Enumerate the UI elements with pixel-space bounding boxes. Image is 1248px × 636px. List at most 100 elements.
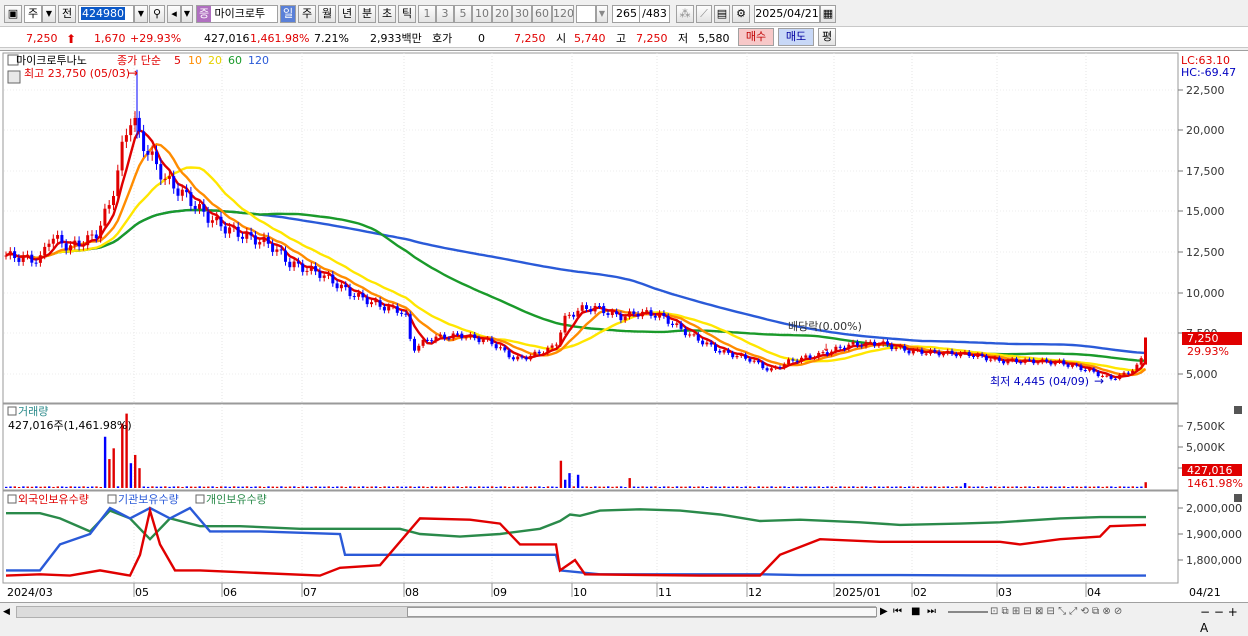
volume-close-icon[interactable] (1234, 406, 1242, 414)
scrollbar-thumb[interactable] (407, 607, 877, 617)
interval-dropdown-icon[interactable]: ▼ (596, 5, 608, 23)
candle-body (860, 345, 864, 347)
volume-bar (486, 486, 489, 488)
prev-button[interactable]: 전 (58, 5, 76, 23)
search-icon[interactable]: ⚲ (149, 5, 165, 23)
date-input[interactable]: 2025/04/21 (754, 5, 820, 23)
volume-bar (830, 486, 833, 488)
period-second-button[interactable]: 초 (378, 5, 396, 23)
period-tick-button[interactable]: 틱 (398, 5, 416, 23)
rewind-icon[interactable]: ⏮ (893, 605, 902, 619)
volume-bar (232, 486, 236, 488)
chart-area[interactable]: ↓ 22,500 20,000 17,500 15,000 12,500 10,000 7,… (0, 50, 1248, 602)
institution-menu-icon[interactable] (107, 494, 117, 504)
candle-body (636, 313, 640, 317)
interval-10-button[interactable]: 10 (472, 5, 492, 23)
stock-chart[interactable]: ↓ 22,500 20,000 17,500 15,000 12,500 10,000 7,… (0, 51, 1248, 603)
speaker-dropdown-icon[interactable]: ▼ (181, 5, 193, 23)
zoom-slider[interactable] (948, 611, 988, 613)
ma10-label: 10 (188, 54, 202, 67)
volume-bar (172, 486, 176, 488)
candle-body (593, 305, 597, 312)
volume-bar (1118, 486, 1122, 488)
volume-bar (327, 486, 330, 488)
volume-bar (1049, 486, 1053, 488)
horizontal-scrollbar[interactable] (16, 606, 877, 618)
code-dropdown-icon[interactable]: ▼ (134, 5, 148, 23)
candle-body (150, 151, 154, 155)
candle-body (649, 310, 653, 316)
zoom-controls-icon[interactable]: − − + A (1200, 604, 1248, 636)
volume-bar (22, 486, 25, 488)
window-icon[interactable]: ▣ (4, 5, 22, 23)
volume-bar (1058, 486, 1061, 488)
candle-body (30, 254, 34, 263)
volume-bar (624, 486, 627, 488)
interval-1-button[interactable]: 1 (418, 5, 436, 23)
volume-bar (671, 486, 674, 488)
volume-bar (374, 486, 378, 488)
calendar-icon[interactable]: ▦ (820, 5, 836, 23)
volume-menu-icon[interactable] (7, 406, 17, 416)
volume-bar (701, 486, 704, 488)
candle-body (563, 315, 567, 333)
mode-dropdown-icon[interactable]: ▼ (42, 5, 56, 23)
volume-bar (306, 486, 309, 488)
sell-button[interactable]: 매도 (778, 28, 814, 46)
volume-bar (529, 486, 532, 488)
volume-bar (998, 486, 1001, 488)
volume-bar (650, 486, 653, 488)
candle-body (1122, 372, 1126, 375)
grid-icon[interactable]: ⁂ (676, 5, 694, 23)
holding-menu-icon[interactable] (7, 494, 17, 504)
volume-bar (387, 486, 391, 488)
volume-bar (1032, 486, 1036, 488)
change-percent: +29.93% (130, 32, 182, 45)
volume-bar (400, 486, 403, 488)
eval-button[interactable]: 평 (818, 28, 836, 46)
save-icon[interactable]: ▤ (714, 5, 730, 23)
scroll-right-icon[interactable]: ▶ (880, 605, 888, 619)
interval-3-button[interactable]: 3 (436, 5, 454, 23)
interval-custom-field[interactable] (576, 5, 596, 23)
volume-bar (877, 486, 881, 488)
ma120-label: 120 (248, 54, 269, 67)
interval-120-button[interactable]: 120 (552, 5, 574, 23)
candle-body (288, 261, 292, 268)
period-year-button[interactable]: 년 (338, 5, 356, 23)
individual-menu-icon[interactable] (195, 494, 205, 504)
period-month-button[interactable]: 월 (318, 5, 336, 23)
period-week-button[interactable]: 주 (298, 5, 316, 23)
interval-5-button[interactable]: 5 (454, 5, 472, 23)
interval-60-button[interactable]: 60 (532, 5, 552, 23)
volume-bar (379, 486, 382, 488)
volume-bar (1101, 486, 1104, 488)
calculator-icon[interactable] (7, 70, 21, 84)
candle-body (64, 243, 68, 251)
mode-select[interactable]: 주 (24, 5, 42, 23)
count-input[interactable]: 265 (612, 5, 640, 23)
volume-bar (1144, 482, 1147, 488)
candle-body (60, 235, 64, 244)
candle-body (1083, 369, 1087, 371)
stop-icon[interactable]: ■ (911, 605, 920, 619)
gear-icon[interactable]: ⚙ (732, 5, 750, 23)
volume-bar (920, 486, 924, 488)
period-day-button[interactable]: 일 (280, 5, 296, 23)
layout-icons[interactable]: ⊡ ⧉ ⊞ ⊟ ⊠ ⊟ ⤡ ⤢ ⟲ ⧉ ⊗ ⊘ (990, 605, 1122, 619)
draw-tool-icon[interactable]: ⟋ (696, 5, 712, 23)
interval-30-button[interactable]: 30 (512, 5, 532, 23)
volume-bar (465, 486, 468, 488)
buy-button[interactable]: 매수 (738, 28, 774, 46)
volume-bar (396, 486, 399, 488)
fast-forward-icon[interactable]: ⏭ (927, 605, 936, 619)
candle-body (1118, 374, 1122, 379)
code-input[interactable]: 424980 (78, 5, 134, 23)
speaker-icon[interactable]: ◂ (167, 5, 181, 23)
holding-close-icon[interactable] (1234, 494, 1242, 502)
stock-name-field[interactable]: 증 마이크로투 (196, 5, 278, 23)
interval-20-button[interactable]: 20 (492, 5, 512, 23)
period-minute-button[interactable]: 분 (358, 5, 376, 23)
candle-body (391, 306, 395, 308)
scroll-left-icon[interactable]: ◀ (3, 605, 15, 619)
